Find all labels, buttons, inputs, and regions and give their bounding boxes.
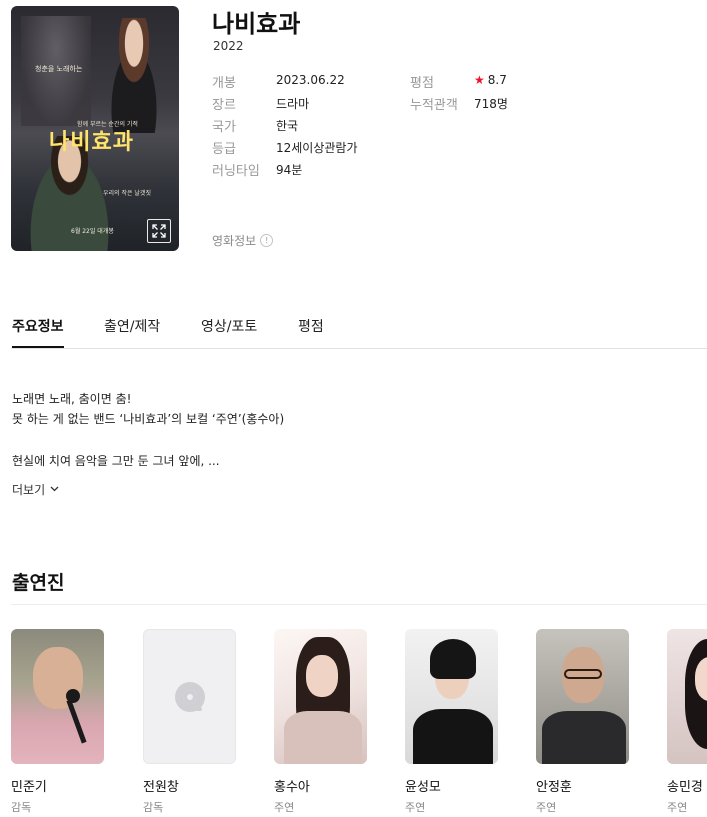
poster-title: 나비효과 (49, 130, 134, 155)
cast-name: 전원창 (143, 780, 179, 795)
grade-label: 등급 (212, 142, 236, 157)
cast-photo (11, 629, 104, 764)
movie-poster[interactable]: 청춘을 노래하는 함께 부르는 순간의 기적 나비효과 우리의 작은 날갯짓 6… (11, 6, 179, 251)
tab-cast-production[interactable]: 출연/제작 (104, 316, 160, 346)
cast-card[interactable]: 윤성모 주연 (405, 629, 498, 815)
runtime-label: 러닝타임 (212, 164, 260, 179)
tab-main-info[interactable]: 주요정보 (12, 316, 64, 348)
more-button[interactable]: 더보기 (12, 481, 59, 498)
rating-label: 평점 (410, 76, 434, 91)
cast-role: 주연 (667, 801, 688, 814)
cast-list: 민준기 감독 전원창 감독 홍수아 주연 윤성모 주연 안정훈 주연 송민경 주… (11, 629, 707, 817)
cast-role: 감독 (11, 801, 32, 814)
cast-card[interactable]: 홍수아 주연 (274, 629, 367, 815)
country-value: 한국 (276, 119, 299, 133)
cast-card[interactable]: 송민경 주연 (667, 629, 707, 815)
expand-arrows-icon (152, 224, 166, 238)
synopsis-line: 노래면 노래, 춤이면 춤! (12, 392, 132, 406)
audience-value: 718명 (474, 97, 508, 111)
release-value: 2023.06.22 (276, 73, 345, 87)
cast-photo (405, 629, 498, 764)
country-label: 국가 (212, 120, 236, 135)
cast-role: 주연 (536, 801, 557, 814)
movie-info-label: 영화정보 (212, 234, 257, 248)
cast-role: 감독 (143, 801, 164, 814)
poster-actress-figure (99, 18, 169, 133)
poster-subtitle: 우리의 작은 날갯짓 (103, 190, 151, 197)
audience-label: 누적관객 (410, 98, 458, 113)
cast-name: 윤성모 (405, 780, 441, 795)
expand-icon[interactable] (147, 219, 171, 243)
info-icon[interactable]: ! (260, 234, 274, 247)
cast-photo (274, 629, 367, 764)
tab-ratings[interactable]: 평점 (298, 316, 324, 346)
cast-name: 안정훈 (536, 780, 572, 795)
film-reel-placeholder-icon (143, 629, 236, 764)
divider (11, 604, 707, 605)
movie-detail-page: 청춘을 노래하는 함께 부르는 순간의 기적 나비효과 우리의 작은 날갯짓 6… (0, 0, 707, 817)
cast-role: 주연 (405, 801, 426, 814)
poster-tagline: 청춘을 노래하는 (35, 65, 83, 73)
cast-card[interactable]: 안정훈 주연 (536, 629, 629, 815)
synopsis-line: 못 하는 게 없는 밴드 ‘나비효과’의 보컬 ‘주연’(홍수아) (12, 412, 285, 426)
genre-value: 드라마 (276, 97, 310, 111)
cast-card[interactable]: 민준기 감독 (11, 629, 104, 815)
more-label: 더보기 (12, 483, 46, 497)
genre-label: 장르 (212, 98, 236, 113)
synopsis: 노래면 노래, 춤이면 춤! 못 하는 게 없는 밴드 ‘나비효과’의 보컬 ‘… (12, 389, 672, 471)
detail-tabs: 주요정보 출연/제작 영상/포토 평점 (11, 314, 707, 349)
grade-value: 12세이상관람가 (276, 141, 358, 155)
cast-role: 주연 (274, 801, 295, 814)
movie-year: 2022 (213, 39, 244, 53)
cast-name: 홍수아 (274, 780, 310, 795)
cast-photo (536, 629, 629, 764)
rating-value-group: ★ 8.7 (474, 73, 507, 87)
star-icon: ★ (474, 73, 485, 87)
movie-info-link[interactable]: 영화정보 ! (212, 232, 274, 249)
cast-heading: 출연진 (12, 572, 65, 594)
synopsis-line: 현실에 치여 음악을 그만 둔 그녀 앞에, ... (12, 454, 220, 468)
poster-release-date: 6월 22일 대개봉 (71, 228, 114, 235)
cast-card[interactable]: 전원창 감독 (143, 629, 236, 815)
chevron-down-icon (50, 484, 59, 495)
cast-name: 송민경 (667, 780, 703, 795)
tab-video-photo[interactable]: 영상/포토 (201, 316, 257, 346)
rating-value: 8.7 (487, 73, 507, 87)
cast-name: 민준기 (11, 780, 47, 795)
runtime-value: 94분 (276, 163, 303, 177)
cast-photo (667, 629, 707, 764)
release-label: 개봉 (212, 76, 236, 91)
movie-title: 나비효과 (212, 10, 301, 38)
